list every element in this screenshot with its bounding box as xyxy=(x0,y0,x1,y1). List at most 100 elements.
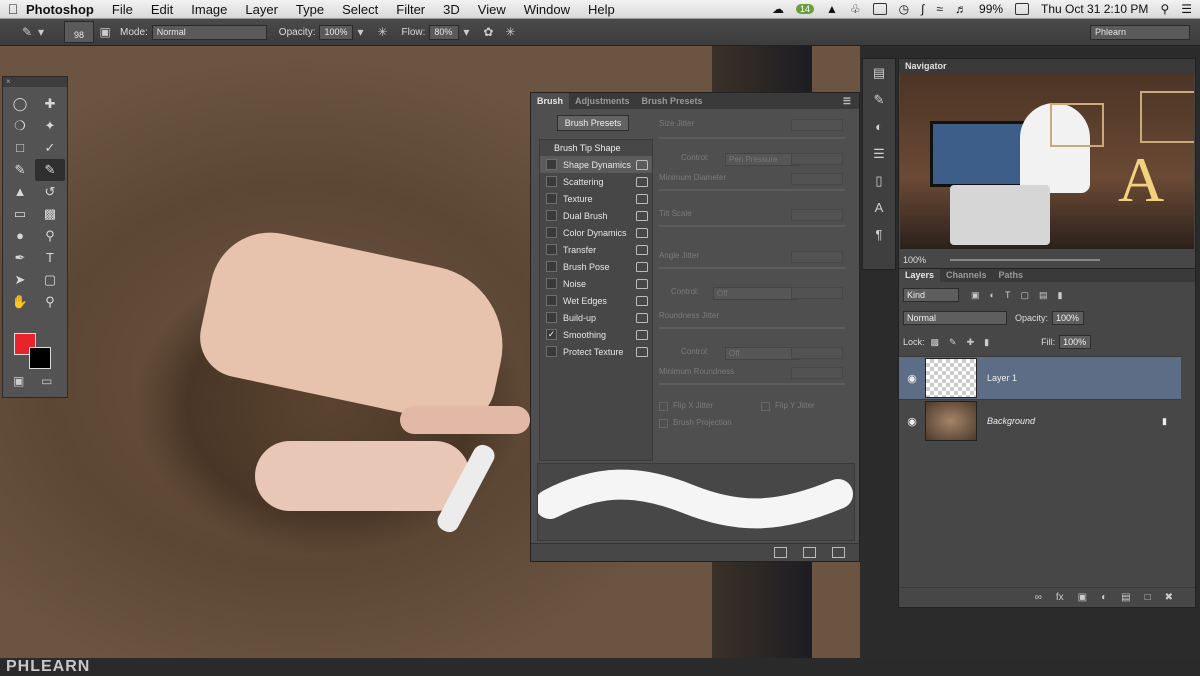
tool-preset-dropdown-icon[interactable]: ▾ xyxy=(34,25,48,39)
list-item-color-dynamics[interactable]: Color Dynamics xyxy=(540,224,652,241)
opacity-field[interactable]: 100% xyxy=(319,24,354,40)
brush-tool-icon[interactable]: ✎ xyxy=(20,25,34,39)
type-tool-icon[interactable]: T xyxy=(35,247,65,269)
menu-type[interactable]: Type xyxy=(296,2,324,17)
pressure-size-icon[interactable]: ✳ xyxy=(503,25,517,39)
visibility-eye-icon[interactable]: ◉ xyxy=(899,372,925,385)
checkbox-wet-edges[interactable] xyxy=(546,295,557,306)
blur-tool-icon[interactable]: ● xyxy=(5,225,35,247)
navigator-zoom-slider[interactable] xyxy=(950,259,1101,261)
layer-name[interactable]: Background xyxy=(987,416,1162,426)
pen-tool-icon[interactable]: ✒ xyxy=(5,247,35,269)
lock-icon[interactable] xyxy=(636,159,648,170)
flow-field[interactable]: 80% xyxy=(429,24,460,40)
layer-opacity-field[interactable]: 100% xyxy=(1052,311,1085,325)
checkbox-protect-texture[interactable] xyxy=(546,346,557,357)
toggle-hard-bristle-icon[interactable] xyxy=(774,547,787,558)
new-group-icon[interactable]: ▤ xyxy=(1121,592,1130,603)
history-panel-icon[interactable]: ▤ xyxy=(863,59,895,86)
flip-x-checkbox[interactable] xyxy=(659,402,668,411)
menu-edit[interactable]: Edit xyxy=(151,2,173,17)
character-panel-icon[interactable]: A xyxy=(863,194,895,221)
list-item-scattering[interactable]: Scattering xyxy=(540,173,652,190)
blend-mode-select[interactable]: Normal xyxy=(903,311,1007,325)
airplay-icon[interactable] xyxy=(872,3,887,15)
apple-icon[interactable]:  xyxy=(0,1,26,17)
checkbox-smoothing[interactable]: ✓ xyxy=(546,329,557,340)
lock-icon[interactable] xyxy=(636,329,648,340)
volume-icon[interactable]: ♬ xyxy=(955,2,967,16)
lock-all-icon[interactable]: ▮ xyxy=(984,337,989,348)
quick-mask-icon[interactable]: ▣ xyxy=(13,374,24,388)
path-selection-tool-icon[interactable]: ➤ xyxy=(5,269,35,291)
angle-jitter-slider[interactable] xyxy=(659,267,845,269)
opacity-dropdown-icon[interactable]: ▾ xyxy=(353,25,367,39)
properties-panel-icon[interactable]: ☰ xyxy=(863,140,895,167)
layer-filter-kind-select[interactable]: Kind xyxy=(903,288,959,302)
lasso-tool-icon[interactable]: ❍ xyxy=(5,115,35,137)
lock-icon[interactable] xyxy=(636,227,648,238)
list-item-shape-dynamics[interactable]: Shape Dynamics xyxy=(540,156,652,173)
create-new-brush-icon[interactable] xyxy=(832,547,845,558)
zoom-tool-icon[interactable]: ⚲ xyxy=(35,291,65,313)
tab-brush-presets[interactable]: Brush Presets xyxy=(636,93,709,109)
tab-brush[interactable]: Brush xyxy=(531,93,570,109)
align-panel-icon[interactable]: ▯ xyxy=(863,167,895,194)
delete-layer-icon[interactable]: ✖ xyxy=(1165,592,1173,603)
filter-shape-icon[interactable]: ▢ xyxy=(1020,290,1029,301)
wifi-icon[interactable]: ≈ xyxy=(936,2,943,16)
cloud-icon[interactable]: ☁ xyxy=(772,2,784,16)
checkbox-scattering[interactable] xyxy=(546,176,557,187)
brush-panel-icon[interactable]: ✎ xyxy=(863,86,895,113)
list-item-build-up[interactable]: Build-up xyxy=(540,309,652,326)
layer-style-fx-icon[interactable]: fx xyxy=(1056,592,1064,603)
checkbox-build-up[interactable] xyxy=(546,312,557,323)
tools-panel-header[interactable]: × xyxy=(3,77,67,87)
list-item-wet-edges[interactable]: Wet Edges xyxy=(540,292,652,309)
lock-icon[interactable] xyxy=(636,295,648,306)
checkbox-dual-brush[interactable] xyxy=(546,210,557,221)
layer-thumbnail[interactable] xyxy=(925,358,977,398)
menu-help[interactable]: Help xyxy=(588,2,615,17)
menu-view[interactable]: View xyxy=(478,2,506,17)
menu-layer[interactable]: Layer xyxy=(245,2,278,17)
size-jitter-slider[interactable] xyxy=(659,137,845,139)
lock-icon[interactable] xyxy=(636,261,648,272)
lock-pixels-icon[interactable]: ✎ xyxy=(949,337,957,348)
bluetooth-icon[interactable]: ∫ xyxy=(921,2,924,16)
tab-channels[interactable]: Channels xyxy=(940,269,993,282)
flip-y-checkbox[interactable] xyxy=(761,402,770,411)
hand-tool-icon[interactable]: ✋ xyxy=(5,291,35,313)
notification-center-icon[interactable]: ☰ xyxy=(1181,2,1192,16)
pressure-opacity-icon[interactable]: ✳ xyxy=(375,25,389,39)
angle-control-select[interactable]: Off xyxy=(713,287,798,300)
tab-layers[interactable]: Layers xyxy=(899,269,941,282)
brush-size-picker[interactable]: 98 xyxy=(64,21,94,43)
lock-icon[interactable] xyxy=(636,210,648,221)
tab-adjustments[interactable]: Adjustments xyxy=(569,93,636,109)
menu-select[interactable]: Select xyxy=(342,2,378,17)
layer-fill-field[interactable]: 100% xyxy=(1059,335,1092,349)
eyedropper-tool-icon[interactable]: ✓ xyxy=(35,137,65,159)
list-item-dual-brush[interactable]: Dual Brush xyxy=(540,207,652,224)
battery-percent[interactable]: 99% xyxy=(979,2,1003,16)
open-preset-manager-icon[interactable] xyxy=(803,547,816,558)
filter-toggle-icon[interactable]: ▮ xyxy=(1057,290,1062,301)
brush-tip-shape-item[interactable]: Brush Tip Shape xyxy=(540,140,652,156)
checkbox-color-dynamics[interactable] xyxy=(546,227,557,238)
list-item-smoothing[interactable]: ✓ Smoothing xyxy=(540,326,652,343)
menu-3d[interactable]: 3D xyxy=(443,2,460,17)
list-item-brush-pose[interactable]: Brush Pose xyxy=(540,258,652,275)
workspace-select[interactable]: Phlearn xyxy=(1090,24,1190,40)
link-layers-icon[interactable]: ∞ xyxy=(1035,592,1042,603)
adjustments-panel-icon[interactable]: ◐ xyxy=(863,113,895,140)
flow-dropdown-icon[interactable]: ▾ xyxy=(459,25,473,39)
minimum-roundness-value[interactable] xyxy=(791,367,843,379)
notification-badge[interactable]: 14 xyxy=(795,4,814,14)
brush-presets-button[interactable]: Brush Presets xyxy=(557,115,629,131)
minimum-diameter-slider[interactable] xyxy=(659,189,845,191)
crop-tool-icon[interactable]: □ xyxy=(5,137,35,159)
shape-tool-icon[interactable]: ▢ xyxy=(35,269,65,291)
navigator-title[interactable]: Navigator xyxy=(899,59,1195,73)
layer-name[interactable]: Layer 1 xyxy=(987,373,1017,383)
